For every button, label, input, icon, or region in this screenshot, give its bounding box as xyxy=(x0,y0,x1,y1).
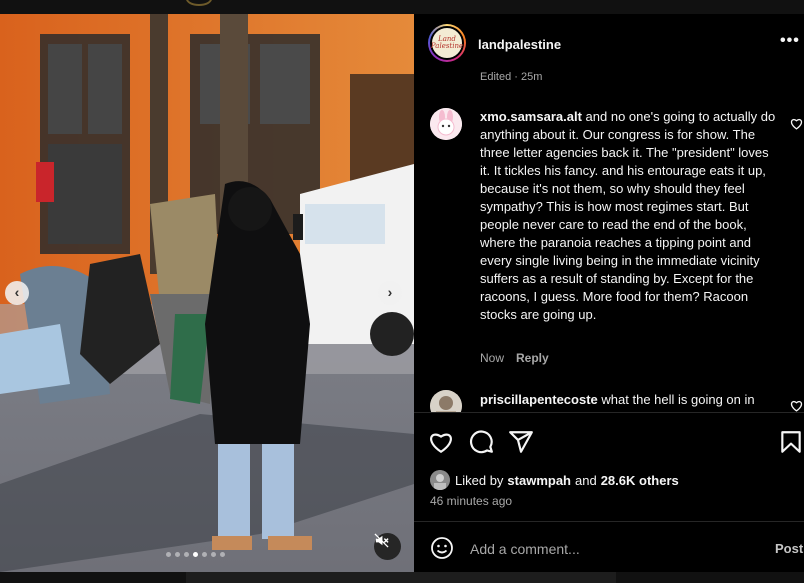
red-sign xyxy=(36,162,54,202)
carousel-prev-button[interactable]: ‹ xyxy=(5,281,29,305)
comment-body: priscillapentecoste what the hell is goi… xyxy=(480,391,776,412)
liker-avatar xyxy=(430,470,450,490)
top-strip xyxy=(0,0,804,14)
carousel-indicator xyxy=(166,552,225,557)
more-options-button[interactable]: ••• xyxy=(780,33,800,49)
reply-button[interactable]: Reply xyxy=(516,351,549,365)
author-avatar[interactable]: Land Palestine xyxy=(428,24,466,62)
liker-username[interactable]: stawmpah xyxy=(507,473,571,488)
commenter-avatar[interactable] xyxy=(430,390,462,412)
comment-like-heart-icon[interactable] xyxy=(790,118,803,130)
divider xyxy=(414,412,804,413)
speaker-muted-icon xyxy=(374,533,389,548)
smile-icon[interactable] xyxy=(430,536,454,560)
video-frame xyxy=(0,14,414,572)
bookmark-icon[interactable] xyxy=(778,429,804,455)
carousel-dot xyxy=(175,552,180,557)
mute-button[interactable] xyxy=(374,533,401,560)
comment-meta: Now Reply xyxy=(480,351,561,365)
bottom-strip xyxy=(0,572,804,583)
carousel-next-button[interactable]: › xyxy=(378,281,402,305)
bottom-strip-fragment xyxy=(186,572,616,583)
liker-photo-icon xyxy=(430,470,450,490)
carousel-dot xyxy=(193,552,198,557)
comments-list[interactable]: xmo.samsara.alt and no one's going to ac… xyxy=(414,82,804,412)
commenter-avatar[interactable] xyxy=(430,108,462,140)
carousel-dot xyxy=(220,552,225,557)
carousel-dot xyxy=(211,552,216,557)
carousel-dot xyxy=(166,552,171,557)
author-avatar-logo: Land Palestine xyxy=(430,26,464,60)
post-comment-button[interactable]: Post xyxy=(775,541,803,556)
likes-and: and xyxy=(575,472,597,488)
comment-like-heart-icon[interactable] xyxy=(790,400,803,412)
add-comment-bar: Add a comment... Post xyxy=(414,522,804,572)
post-header: Land Palestine landpalestine ••• xyxy=(414,14,804,72)
carousel-dot xyxy=(184,552,189,557)
likes-prefix: Liked by xyxy=(455,472,504,488)
comment-text: and no one's going to actually do anythi… xyxy=(480,109,776,322)
post-side-panel: Land Palestine landpalestine ••• Edited … xyxy=(414,14,804,572)
bunny-avatar-icon xyxy=(430,108,462,140)
post-media-video[interactable]: ‹ › xyxy=(0,14,414,572)
comment-username[interactable]: priscillapentecoste xyxy=(480,392,598,407)
comment-time: Now xyxy=(480,351,505,365)
post-timestamp[interactable]: 46 minutes ago xyxy=(430,494,512,508)
share-icon[interactable] xyxy=(508,429,534,455)
story-ring-fragment xyxy=(186,0,212,6)
comment-icon[interactable] xyxy=(468,429,494,455)
likes-others[interactable]: 28.6K others xyxy=(601,473,679,488)
action-bar xyxy=(414,425,804,461)
carousel-dot xyxy=(202,552,207,557)
user-photo-icon xyxy=(430,390,462,412)
heart-icon[interactable] xyxy=(428,429,454,455)
author-username[interactable]: landpalestine xyxy=(478,37,561,52)
comment-body: xmo.samsara.alt and no one's going to ac… xyxy=(480,108,776,324)
comment-input[interactable]: Add a comment... xyxy=(470,541,580,557)
likes-summary[interactable]: Liked by stawmpah and 28.6K others xyxy=(430,470,683,490)
comment-username[interactable]: xmo.samsara.alt xyxy=(480,109,582,124)
